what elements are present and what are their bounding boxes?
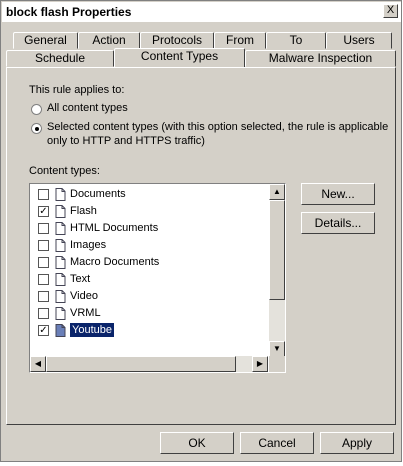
list-item-label: Youtube <box>70 323 114 337</box>
checkbox[interactable]: ✓ <box>38 325 49 336</box>
close-icon: X <box>386 4 395 16</box>
document-icon <box>55 290 66 303</box>
scroll-corner <box>269 356 285 372</box>
tab-label: Users <box>343 33 375 47</box>
apply-button[interactable]: Apply <box>320 432 394 454</box>
list-item[interactable]: VRML <box>30 305 268 322</box>
list-item[interactable]: Video <box>30 288 268 305</box>
tab-label: Protocols <box>151 33 203 47</box>
tab-content-types[interactable]: Content Types <box>114 48 245 67</box>
tab-malware-inspection[interactable]: Malware Inspection <box>245 50 396 67</box>
horizontal-scrollbar[interactable]: ◀ ▶ <box>30 356 268 372</box>
checkbox[interactable] <box>38 240 49 251</box>
list-item-label: Macro Documents <box>70 256 160 268</box>
arrow-left-icon: ◀ <box>34 359 42 368</box>
list-item-label: Images <box>70 239 107 251</box>
ok-button[interactable]: OK <box>160 432 234 454</box>
scroll-right-button[interactable]: ▶ <box>252 356 268 372</box>
window-title: block flash Properties <box>6 5 132 19</box>
checkbox[interactable]: ✓ <box>38 206 49 217</box>
scroll-up-button[interactable]: ▲ <box>269 184 285 200</box>
scroll-down-button[interactable]: ▼ <box>269 341 285 357</box>
tab-label: From <box>226 33 254 47</box>
details-button[interactable]: Details... <box>301 212 375 234</box>
title-bar: block flash Properties X <box>2 2 401 22</box>
document-icon <box>55 307 66 320</box>
document-icon <box>55 205 66 218</box>
checkbox[interactable] <box>38 223 49 234</box>
checkbox[interactable] <box>38 308 49 319</box>
document-icon <box>55 239 66 252</box>
radio-all-label: All content types <box>47 102 128 114</box>
tab-label: Action <box>92 33 126 47</box>
tab-label: Schedule <box>34 51 86 65</box>
tab-action[interactable]: Action <box>78 32 140 49</box>
document-icon <box>55 222 66 235</box>
content-types-list[interactable]: Documents ✓ Flash HTML Documents Images Macro… <box>29 183 286 373</box>
radio-selected-dot <box>35 127 39 131</box>
tab-label: General <box>24 33 67 47</box>
scroll-hthumb[interactable] <box>46 356 236 372</box>
scroll-left-button[interactable]: ◀ <box>30 356 46 372</box>
list-item[interactable]: Documents <box>30 186 268 203</box>
list-item[interactable]: HTML Documents <box>30 220 268 237</box>
tab-label: Content Types <box>140 49 219 63</box>
applies-label: This rule applies to: <box>29 84 125 96</box>
tab-general[interactable]: General <box>13 32 78 49</box>
list-item-label: VRML <box>70 307 101 319</box>
tab-from[interactable]: From <box>214 32 266 49</box>
new-button[interactable]: New... <box>301 183 375 205</box>
list-item[interactable]: ✓ Flash <box>30 203 268 220</box>
tab-schedule[interactable]: Schedule <box>6 50 114 67</box>
scroll-thumb[interactable] <box>269 200 285 300</box>
tab-protocols[interactable]: Protocols <box>140 32 214 49</box>
radio-selected-content-types[interactable] <box>31 123 42 134</box>
document-icon <box>55 256 66 269</box>
checkbox[interactable] <box>38 291 49 302</box>
list-item-label: HTML Documents <box>70 222 159 234</box>
tab-label: Malware Inspection <box>268 51 373 65</box>
radio-selected-label-line1: Selected content types (with this option… <box>47 121 389 133</box>
properties-dialog: block flash Properties X General Action … <box>0 0 402 462</box>
list-item[interactable]: Text <box>30 271 268 288</box>
list-item[interactable]: ✓ Youtube <box>30 322 268 339</box>
document-icon <box>55 188 66 201</box>
content-types-label: Content types: <box>29 165 100 177</box>
radio-all-content-types[interactable] <box>31 104 42 115</box>
list-item-label: Text <box>70 273 91 285</box>
arrow-down-icon: ▼ <box>273 344 281 353</box>
document-icon <box>55 273 66 286</box>
cancel-button[interactable]: Cancel <box>240 432 314 454</box>
checkbox[interactable] <box>38 189 49 200</box>
arrow-up-icon: ▲ <box>273 187 281 196</box>
close-button[interactable]: X <box>383 4 398 18</box>
vertical-scrollbar[interactable]: ▲ ▼ <box>269 184 285 357</box>
radio-selected-label-line2: only to HTTP and HTTPS traffic) <box>47 135 205 147</box>
list-item-label: Video <box>70 290 98 302</box>
arrow-right-icon: ▶ <box>256 359 264 368</box>
document-icon <box>55 324 66 337</box>
tab-users[interactable]: Users <box>326 32 392 49</box>
list-item-label: Flash <box>70 205 97 217</box>
tab-label: To <box>289 33 303 47</box>
list-item-label: Documents <box>70 188 126 200</box>
checkbox[interactable] <box>38 274 49 285</box>
tab-to[interactable]: To <box>266 32 326 49</box>
list-item[interactable]: Images <box>30 237 268 254</box>
checkbox[interactable] <box>38 257 49 268</box>
list-item[interactable]: Macro Documents <box>30 254 268 271</box>
